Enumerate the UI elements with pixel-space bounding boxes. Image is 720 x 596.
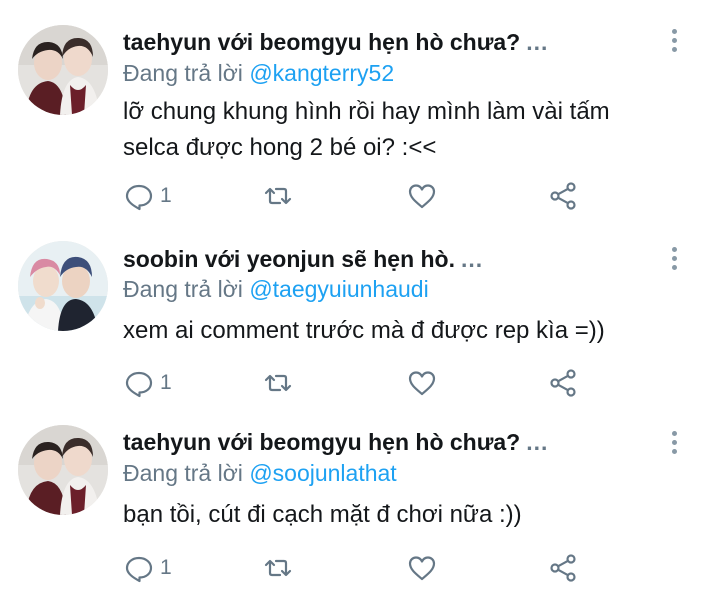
more-options-icon[interactable]	[662, 427, 686, 457]
tweet-2[interactable]: soobin với yeonjun sẽ hẹn hò.... Đang tr…	[0, 215, 720, 415]
avatar[interactable]	[18, 425, 108, 515]
tweet-text: lỡ chung khung hình rồi hay mình làm vài…	[123, 94, 703, 166]
reply-count: 1	[160, 556, 172, 579]
reply-prefix: Đang trả lời	[123, 460, 243, 486]
reply-prefix: Đang trả lời	[123, 276, 243, 302]
author-name-text[interactable]: taehyun với beomgyu hẹn hò chưa?	[123, 29, 520, 55]
author-name-text[interactable]: soobin với yeonjun sẽ hẹn hò.	[123, 246, 455, 272]
avatar[interactable]	[18, 241, 108, 331]
tweet-text-line: lỡ chung khung hình rồi hay mình làm vài…	[123, 98, 610, 125]
share-icon	[548, 181, 578, 211]
share-icon	[548, 553, 578, 583]
retweet-button[interactable]	[263, 176, 293, 216]
author-name-text[interactable]: taehyun với beomgyu hẹn hò chưa?	[123, 429, 520, 455]
reply-count: 1	[160, 371, 172, 394]
speech-bubble-icon	[124, 368, 154, 398]
truncation-ellipsis: ...	[526, 429, 549, 455]
reply-count: 1	[160, 184, 172, 207]
reply-prefix: Đang trả lời	[123, 60, 243, 86]
heart-icon	[407, 553, 437, 583]
like-button[interactable]	[407, 548, 437, 588]
share-button[interactable]	[548, 176, 578, 216]
tweet-text-line: xem ai comment trước mà đ được rep kìa =…	[123, 317, 605, 344]
share-button[interactable]	[548, 548, 578, 588]
more-options-icon[interactable]	[662, 25, 686, 55]
action-bar: 1	[0, 548, 720, 588]
avatar-photo	[18, 241, 108, 331]
reply-button[interactable]: 1	[124, 176, 172, 216]
heart-icon	[407, 181, 437, 211]
tweet-text: bạn tồi, cút đi cạch mặt đ chơi nữa :))	[123, 497, 703, 533]
tweet-text-line: selca được hong 2 bé oi? :<<	[123, 134, 437, 161]
speech-bubble-icon	[124, 553, 154, 583]
avatar-photo	[18, 25, 108, 115]
speech-bubble-icon	[124, 181, 154, 211]
author-name[interactable]: taehyun với beomgyu hẹn hò chưa?...	[123, 27, 548, 57]
reply-context: Đang trả lời @soojunlathat	[123, 458, 397, 488]
share-icon	[548, 368, 578, 398]
action-bar: 1	[0, 176, 720, 216]
retweet-icon	[263, 553, 293, 583]
reply-context: Đang trả lời @taegyuiunhaudi	[123, 274, 429, 304]
reply-button[interactable]: 1	[124, 363, 172, 403]
like-button[interactable]	[407, 176, 437, 216]
reply-button[interactable]: 1	[124, 548, 172, 588]
reply-handle-link[interactable]: @kangterry52	[249, 60, 394, 86]
author-name[interactable]: soobin với yeonjun sẽ hẹn hò....	[123, 244, 483, 274]
reply-handle-link[interactable]: @taegyuiunhaudi	[249, 276, 428, 302]
truncation-ellipsis: ...	[526, 29, 549, 55]
action-bar: 1	[0, 363, 720, 403]
retweet-icon	[263, 181, 293, 211]
share-button[interactable]	[548, 363, 578, 403]
author-name[interactable]: taehyun với beomgyu hẹn hò chưa?...	[123, 427, 548, 457]
retweet-button[interactable]	[263, 363, 293, 403]
tweet-text: xem ai comment trước mà đ được rep kìa =…	[123, 313, 703, 349]
like-button[interactable]	[407, 363, 437, 403]
more-options-icon[interactable]	[662, 243, 686, 273]
avatar-photo	[18, 425, 108, 515]
retweet-icon	[263, 368, 293, 398]
truncation-ellipsis: ...	[461, 246, 484, 272]
reply-handle-link[interactable]: @soojunlathat	[249, 460, 396, 486]
tweet-1[interactable]: taehyun với beomgyu hẹn hò chưa?... Đang…	[0, 0, 720, 215]
tweet-3[interactable]: taehyun với beomgyu hẹn hò chưa?... Đang…	[0, 415, 720, 596]
heart-icon	[407, 368, 437, 398]
tweet-text-line: bạn tồi, cút đi cạch mặt đ chơi nữa :))	[123, 501, 522, 528]
retweet-button[interactable]	[263, 548, 293, 588]
avatar[interactable]	[18, 25, 108, 115]
reply-context: Đang trả lời @kangterry52	[123, 58, 394, 88]
